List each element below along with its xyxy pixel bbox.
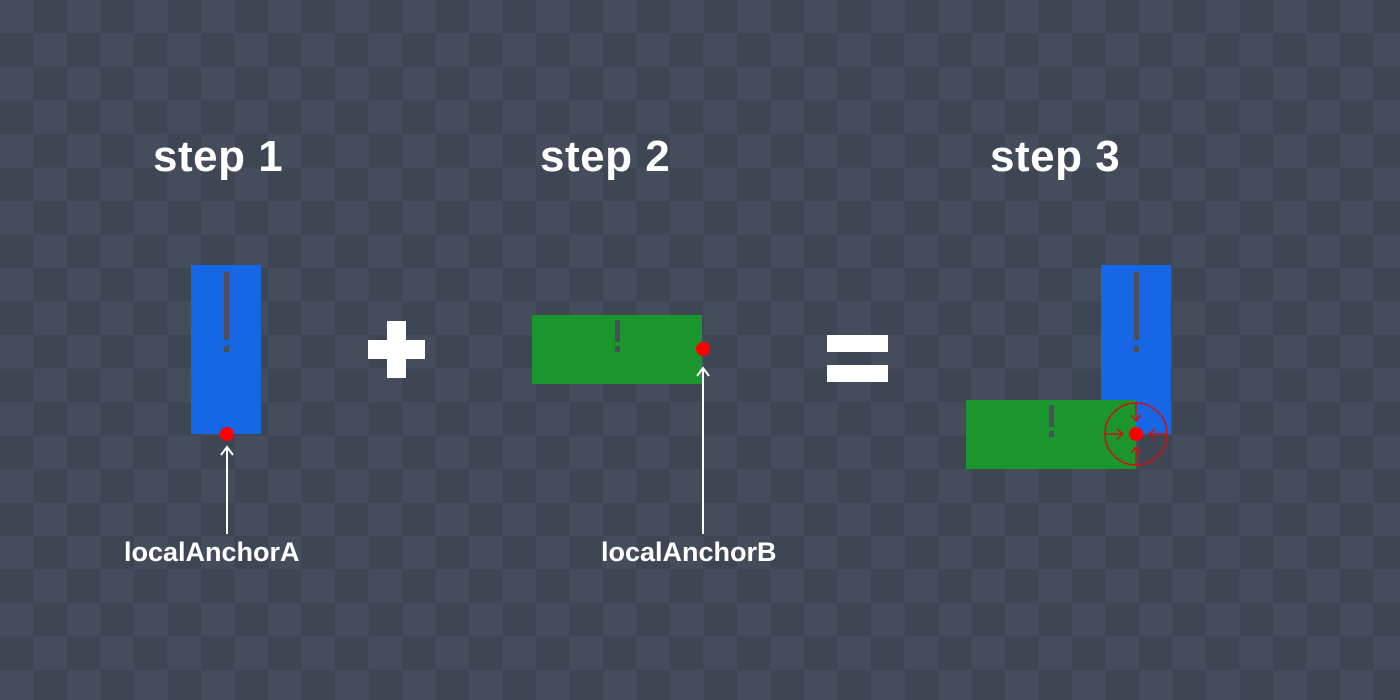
equals-bottom-bar (827, 365, 888, 382)
anchor-b-point (696, 342, 710, 356)
body-b-exclamation-bar (615, 320, 620, 342)
joint-anchor-diagram (191, 265, 1171, 534)
plus-vertical (387, 321, 406, 378)
local-anchor-a-label: localAnchorA (124, 537, 300, 567)
local-anchor-b-label: localAnchorB (601, 537, 777, 567)
joint-anchor-point (1129, 427, 1143, 441)
body-b-exclamation-dot (615, 346, 620, 352)
anchor-a-point (220, 427, 234, 441)
step-1-group (191, 265, 261, 534)
joined-body-a-exclamation-dot (1134, 346, 1139, 352)
step-3-group (966, 265, 1171, 469)
equals-operator (827, 335, 888, 382)
step-2-group (532, 315, 710, 534)
body-a-exclamation-bar (224, 272, 229, 340)
joined-body-b-exclamation-dot (1049, 431, 1054, 437)
plus-operator (368, 321, 425, 378)
joined-body-b-exclamation-bar (1049, 405, 1054, 427)
body-a-exclamation-dot (224, 346, 229, 352)
joined-body-a-exclamation-bar (1134, 272, 1139, 340)
joint-target-icon (1104, 402, 1168, 466)
equals-top-bar (827, 335, 888, 352)
